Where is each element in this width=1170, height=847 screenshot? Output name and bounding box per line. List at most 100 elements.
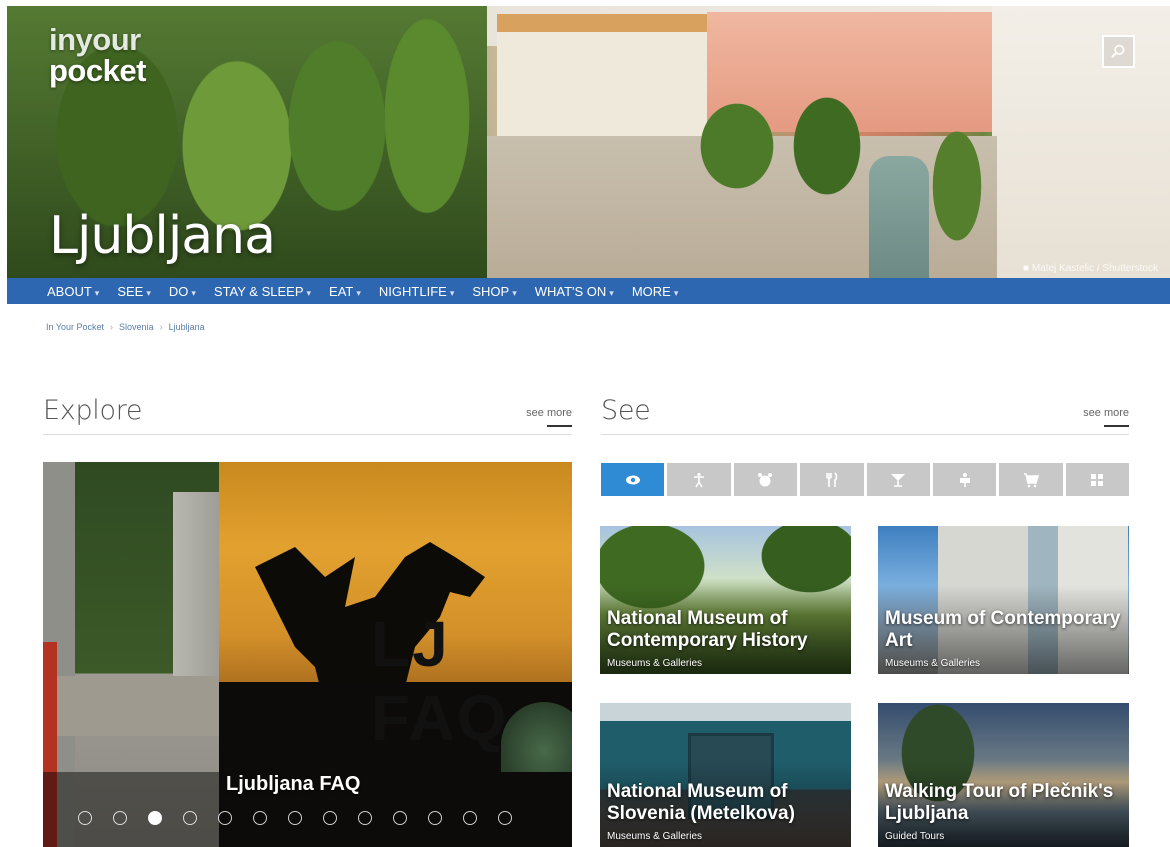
venue-card[interactable]: National Museum of Slovenia (Metelkova) … [600,703,851,847]
nav-item-shop[interactable]: SHOP ▾ [472,284,516,299]
nav-label: EAT [329,283,354,299]
hero-building [992,6,1170,278]
slider-dot[interactable] [218,811,232,825]
bed-icon [959,472,970,487]
tab-activities[interactable] [667,463,731,496]
nav-item-whats-on[interactable]: WHAT'S ON ▾ [535,284,614,299]
slide-logo-text: LJ FAQ [371,608,509,754]
slider-dot[interactable] [393,811,407,825]
cocktail-glass-icon [891,473,906,487]
explore-see-more-link[interactable]: see more [526,407,572,427]
card-category: Museums & Galleries [885,658,981,669]
photo-credit: ■ Matej Kastelic / Shutterstock [1023,263,1158,274]
chevron-down-icon: ▾ [449,287,455,298]
slider-dot-active[interactable] [148,811,162,825]
tab-more[interactable] [1065,463,1129,496]
hero-banner: inyour pocket Ljubljana ■ Matej Kastelic… [7,6,1170,278]
photo-credit-text: Matej Kastelic / Shutterstock [1031,263,1158,274]
page-title: Ljubljana [49,206,276,266]
eye-icon [625,475,640,484]
chevron-down-icon: ▾ [512,287,517,298]
slider-dot[interactable] [463,811,477,825]
see-more-prefix: see [1083,407,1104,419]
venue-card[interactable]: National Museum of Contemporary History … [600,526,851,674]
see-category-tabs [601,463,1129,496]
breadcrumb-separator: › [159,322,163,332]
tab-shop[interactable] [999,463,1063,496]
search-icon [1111,44,1125,58]
shopping-cart-icon [1023,472,1039,487]
slide-caption[interactable]: Ljubljana FAQ [226,773,360,796]
tab-eat[interactable] [800,463,864,496]
tab-sightseeing[interactable] [601,463,665,496]
breadcrumb-item[interactable]: Ljubljana [169,322,205,332]
slider-dot[interactable] [288,811,302,825]
see-title: See [601,395,651,426]
site-logo[interactable]: inyour pocket [49,24,146,86]
card-category: Museums & Galleries [607,658,703,669]
nav-item-do[interactable]: DO ▾ [169,284,196,299]
fork-knife-icon [826,471,838,487]
slide-previous[interactable] [43,462,219,847]
chevron-down-icon: ▾ [673,287,679,298]
slider-dot[interactable] [253,811,267,825]
nav-item-stay-sleep[interactable]: STAY & SLEEP ▾ [214,284,311,299]
hero-trees [697,86,997,276]
see-see-more-link[interactable]: see more [1083,407,1129,427]
slider-dot[interactable] [78,811,92,825]
slider-dots [78,811,512,825]
nav-item-see[interactable]: SEE ▾ [117,284,151,299]
grid-icon [1091,473,1104,486]
slider-dot[interactable] [498,811,512,825]
hero-building [497,14,707,144]
logo-line-2: pocket [49,53,146,88]
nav-item-more[interactable]: MORE ▾ [632,284,679,299]
nav-label: SEE [117,283,144,299]
nav-item-about[interactable]: ABOUT ▾ [47,284,99,299]
card-title: National Museum of Contemporary History [607,608,808,651]
alarm-clock-icon [758,472,773,486]
chevron-down-icon: ▾ [191,287,196,298]
nav-item-nightlife[interactable]: NIGHTLIFE ▾ [379,284,454,299]
nav-label: MORE [631,283,671,299]
venue-card[interactable]: Museum of Contemporary Art Museums & Gal… [878,526,1129,674]
nav-label: NIGHTLIFE [378,283,447,299]
tab-nightlife[interactable] [866,463,930,496]
camera-icon: ■ [1023,263,1032,274]
explore-title: Explore [43,395,143,426]
slider-dot[interactable] [358,811,372,825]
tab-events[interactable] [733,463,798,496]
see-more-text: more [546,407,572,427]
venue-card[interactable]: Walking Tour of Plečnik's Ljubljana Guid… [878,703,1129,847]
chevron-down-icon: ▾ [94,287,100,298]
card-title: National Museum of Slovenia (Metelkova) [607,781,795,824]
see-more-text: more [1103,407,1129,427]
nav-label: STAY & SLEEP [213,283,304,299]
slide-overlay [43,772,219,847]
slider-dot[interactable] [113,811,127,825]
see-header: See see more [601,395,1129,435]
person-icon [694,472,705,487]
slider-dot[interactable] [323,811,337,825]
nav-label: ABOUT [47,283,92,299]
card-category: Museums & Galleries [607,831,703,842]
tab-stay[interactable] [932,463,997,496]
nav-label: DO [168,283,189,299]
slider-dot[interactable] [428,811,442,825]
hero-statue [869,156,929,278]
explore-slider[interactable]: LJ FAQ Ljubljana FAQ [43,462,572,847]
breadcrumb: In Your Pocket › Slovenia › Ljubljana [46,322,205,332]
slide-wall [57,676,219,736]
breadcrumb-separator: › [110,322,114,332]
breadcrumb-item[interactable]: In Your Pocket [46,322,104,332]
main-nav: ABOUT ▾ SEE ▾ DO ▾ STAY & SLEEP ▾ EAT ▾ NIGHT… [7,278,1170,304]
card-category: Guided Tours [885,831,945,842]
nav-label: WHAT'S ON [534,283,607,299]
card-title: Museum of Contemporary Art [885,608,1121,651]
chevron-down-icon: ▾ [356,287,361,298]
slider-dot[interactable] [183,811,197,825]
card-title: Walking Tour of Plečnik's Ljubljana [885,781,1114,824]
search-button[interactable] [1102,35,1135,68]
nav-item-eat[interactable]: EAT ▾ [329,284,361,299]
breadcrumb-item[interactable]: Slovenia [119,322,154,332]
